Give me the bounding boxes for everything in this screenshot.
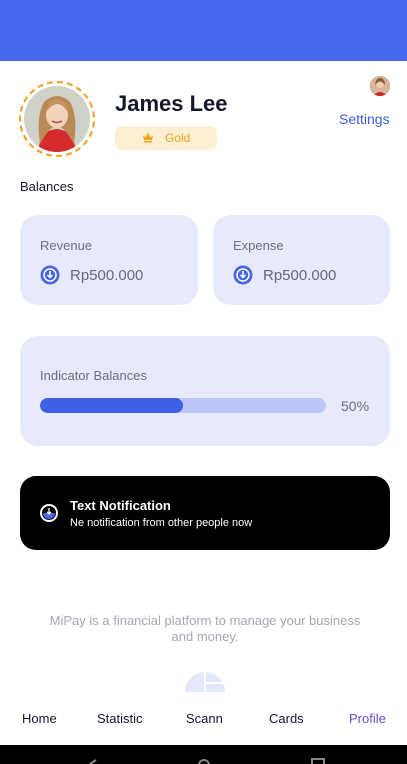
notification-body: Ne notification from other people now <box>70 517 253 529</box>
nav-profile[interactable]: Profile <box>349 711 386 726</box>
mini-avatar[interactable] <box>370 76 390 96</box>
profile-avatar[interactable] <box>19 81 95 157</box>
bottom-navigation: Home Statistic Scann Cards Profile <box>0 706 407 732</box>
coin-icon <box>233 265 253 285</box>
progress-fill <box>40 398 183 413</box>
nav-statistic[interactable]: Statistic <box>97 711 143 726</box>
settings-link[interactable]: Settings <box>339 111 390 127</box>
tier-label: Gold <box>165 131 191 145</box>
app-logo-icon <box>185 672 225 692</box>
revenue-label: Revenue <box>40 238 93 253</box>
indicator-label: Indicator Balances <box>40 368 147 383</box>
system-nav-icons <box>89 758 325 764</box>
coin-icon <box>40 265 60 285</box>
indicator-balances-card: Indicator Balances 50% <box>20 336 390 446</box>
nav-cards[interactable]: Cards <box>269 711 304 726</box>
user-name: James Lee <box>115 91 228 116</box>
expense-value: Rp500.000 <box>263 266 337 284</box>
expense-label: Expense <box>233 238 284 253</box>
tier-badge: Gold <box>115 126 217 150</box>
progress-bar <box>40 398 326 413</box>
progress-percent: 50% <box>341 398 370 414</box>
expense-card[interactable]: Expense Rp500.000 <box>213 215 390 305</box>
nav-home[interactable]: Home <box>22 711 57 726</box>
revenue-value: Rp500.000 <box>70 266 144 284</box>
nav-scann[interactable]: Scann <box>186 711 223 726</box>
notification-card[interactable]: Text Notification Ne notification from o… <box>20 476 390 550</box>
balances-section-title: Balances <box>20 179 74 194</box>
system-navigation-bar <box>0 745 407 764</box>
notification-title: Text Notification <box>70 498 171 513</box>
revenue-card[interactable]: Revenue Rp500.000 <box>20 215 198 305</box>
crown-icon <box>143 132 153 143</box>
notification-icon <box>40 504 58 522</box>
app-header-bar <box>0 0 407 61</box>
footer-description: MiPay is a financial platform to manage … <box>49 613 361 644</box>
